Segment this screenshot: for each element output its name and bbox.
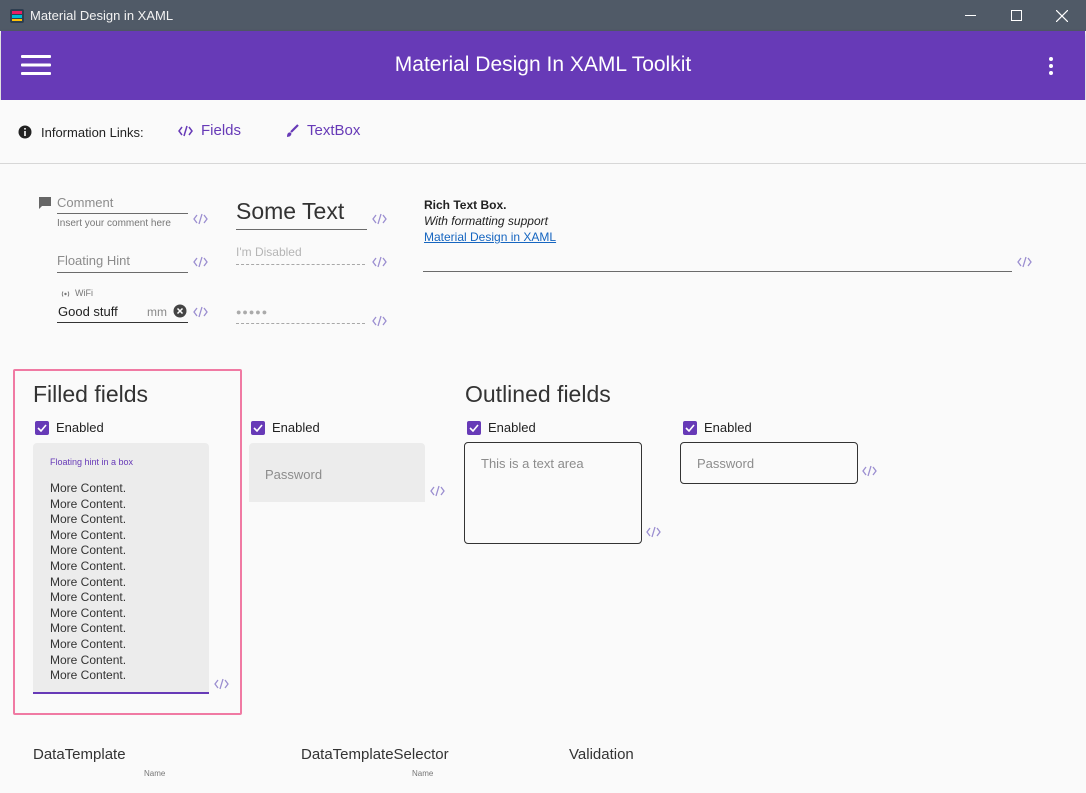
checkbox-label: Enabled: [56, 420, 104, 435]
password-input: [236, 323, 365, 324]
fields-link-label: Fields: [201, 122, 242, 139]
clear-icon[interactable]: [173, 304, 187, 318]
window-titlebar: Material Design in XAML: [0, 0, 1086, 31]
code-icon[interactable]: [193, 256, 208, 268]
floating-hint-text: Floating Hint: [57, 253, 130, 268]
checkbox-checked-icon: [683, 420, 697, 435]
app-title: Material Design In XAML Toolkit: [394, 53, 692, 76]
name-label-2: Name: [412, 769, 434, 778]
floating-hint-input[interactable]: [57, 272, 188, 273]
information-links-label: Information Links:: [41, 125, 144, 140]
code-icon[interactable]: [372, 256, 387, 268]
textbox-link-label: TextBox: [307, 122, 361, 139]
content-line: More Content.: [50, 621, 127, 636]
rich-text-title: Rich Text Box.: [424, 198, 507, 212]
name-label-1: Name: [144, 769, 166, 778]
filled-fields-title: Filled fields: [33, 381, 149, 407]
code-icon[interactable]: [862, 465, 877, 477]
content-line: More Content.: [50, 574, 127, 589]
floating-hint-in-box: Floating hint in a box: [50, 457, 134, 467]
code-icon[interactable]: [214, 678, 229, 690]
code-icon[interactable]: [646, 526, 661, 538]
data-template-title: DataTemplate: [33, 746, 126, 763]
comment-helper-text: Insert your comment here: [57, 218, 171, 229]
app-bar: Material Design In XAML Toolkit: [1, 31, 1085, 100]
brush-icon: [287, 123, 299, 137]
maximize-icon: [1010, 10, 1022, 21]
information-links-row: Information Links: Fields TextBox: [0, 100, 1086, 164]
data-template-selector-title: DataTemplateSelector: [301, 746, 449, 763]
info-icon: [18, 125, 32, 139]
textbox-link[interactable]: TextBox: [285, 122, 360, 139]
window-title: Material Design in XAML: [30, 8, 174, 23]
rich-text-box[interactable]: [423, 271, 1012, 272]
content-line: More Content.: [50, 636, 127, 651]
comment-hint: Comment: [57, 195, 114, 210]
comment-icon: [39, 197, 51, 209]
code-icon: [178, 125, 193, 136]
outlined-enabled-checkbox-2[interactable]: Enabled: [683, 420, 752, 435]
wifi-label: WiFi: [75, 288, 93, 298]
content-line: More Content.: [50, 605, 127, 620]
checkbox-label: Enabled: [704, 420, 752, 435]
code-icon[interactable]: [372, 213, 387, 225]
fields-link[interactable]: Fields: [178, 122, 241, 139]
close-icon: [1056, 9, 1068, 22]
content-line: More Content.: [50, 496, 127, 511]
close-button[interactable]: [1039, 0, 1085, 31]
wifi-suffix: mm: [147, 305, 167, 319]
checkbox-label: Enabled: [488, 420, 536, 435]
wifi-icon: [61, 291, 70, 297]
filled-enabled-checkbox-2[interactable]: Enabled: [251, 420, 320, 435]
rich-text-link[interactable]: Material Design in XAML: [424, 230, 556, 244]
disabled-input: [236, 264, 365, 265]
content-line: More Content.: [50, 668, 127, 683]
code-icon[interactable]: [193, 213, 208, 225]
wifi-input-underline: [57, 322, 188, 323]
disabled-hint: I'm Disabled: [236, 245, 302, 259]
content-line: More Content.: [50, 481, 127, 495]
filled-password-hint: Password: [265, 467, 323, 482]
rich-text-subtitle: With formatting support: [424, 214, 548, 228]
checkbox-checked-icon: [467, 420, 481, 435]
filled-textarea-content: More Content. More Content. More Content…: [50, 481, 126, 684]
some-text-input-value[interactable]: Some Text: [236, 198, 344, 225]
outlined-fields-title: Outlined fields: [465, 381, 611, 407]
checkbox-label: Enabled: [272, 420, 320, 435]
outlined-textarea-hint: This is a text area: [481, 456, 584, 471]
content-line: More Content.: [50, 652, 127, 667]
validation-title: Validation: [569, 746, 634, 763]
checkbox-checked-icon: [251, 420, 265, 435]
code-icon[interactable]: [193, 306, 208, 318]
outlined-password-hint: Password: [697, 456, 755, 471]
minimize-icon: [964, 15, 976, 16]
minimize-button[interactable]: [947, 0, 993, 31]
outlined-enabled-checkbox-1[interactable]: Enabled: [467, 420, 536, 435]
some-text-input: [236, 229, 367, 230]
code-icon[interactable]: [372, 315, 387, 327]
content-line: More Content.: [50, 527, 127, 542]
code-icon[interactable]: [430, 485, 445, 497]
password-mask[interactable]: ●●●●●: [236, 307, 268, 317]
content-line: More Content.: [50, 543, 127, 558]
code-icon[interactable]: [1017, 256, 1032, 268]
comment-input[interactable]: [57, 213, 188, 214]
filled-enabled-checkbox-1[interactable]: Enabled: [35, 420, 104, 435]
checkbox-checked-icon: [35, 420, 49, 435]
maximize-button[interactable]: [993, 0, 1039, 31]
content-line: More Content.: [50, 558, 127, 573]
content-line: More Content.: [50, 512, 127, 527]
app-icon: [10, 9, 24, 23]
wifi-input-value[interactable]: Good stuff: [58, 304, 118, 319]
content-line: More Content.: [50, 590, 127, 605]
more-vert-icon[interactable]: [1043, 56, 1059, 76]
